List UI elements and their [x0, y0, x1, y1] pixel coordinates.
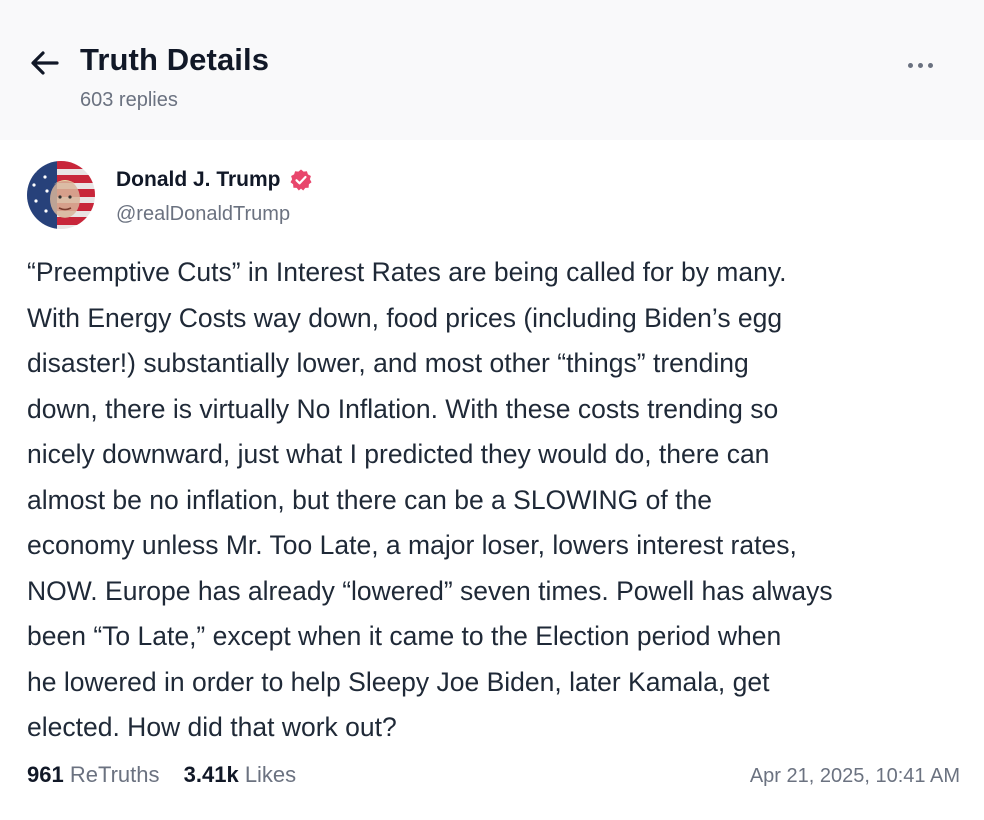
- avatar-image: [27, 161, 95, 229]
- replies-count: 603 replies: [80, 89, 178, 111]
- post-body: “Preemptive Cuts” in Interest Rates are …: [27, 257, 833, 742]
- more-dot: [917, 62, 923, 68]
- page-title: Truth Details: [80, 42, 270, 77]
- back-button[interactable]: [26, 46, 64, 80]
- likes-stat[interactable]: 3.41k Likes: [184, 762, 297, 787]
- arrow-left-icon: [31, 51, 59, 75]
- author-name: Donald J. Trump: [116, 168, 281, 191]
- retruths-count: 961: [27, 762, 64, 787]
- post-timestamp: Apr 21, 2025, 10:41 AM: [749, 765, 960, 787]
- retruths-label: ReTruths: [69, 762, 160, 787]
- more-options-button[interactable]: [898, 50, 942, 80]
- page-header: Truth Details 603 replies: [0, 0, 984, 140]
- avatar[interactable]: [27, 161, 95, 229]
- author-handle[interactable]: @realDonaldTrump: [116, 203, 290, 226]
- more-horizontal-icon: [907, 62, 913, 68]
- verified-badge-icon: [290, 169, 312, 191]
- likes-count: 3.41k: [183, 762, 239, 787]
- likes-label: Likes: [244, 762, 297, 787]
- post-stats: 961 ReTruths 3.41k Likes: [27, 762, 314, 788]
- retruths-stat[interactable]: 961 ReTruths: [27, 762, 160, 787]
- post-card: Donald J. Trump @realDonaldTrump “Preemp…: [0, 140, 984, 820]
- author-name-row[interactable]: Donald J. Trump: [116, 168, 313, 192]
- more-dot: [927, 62, 933, 68]
